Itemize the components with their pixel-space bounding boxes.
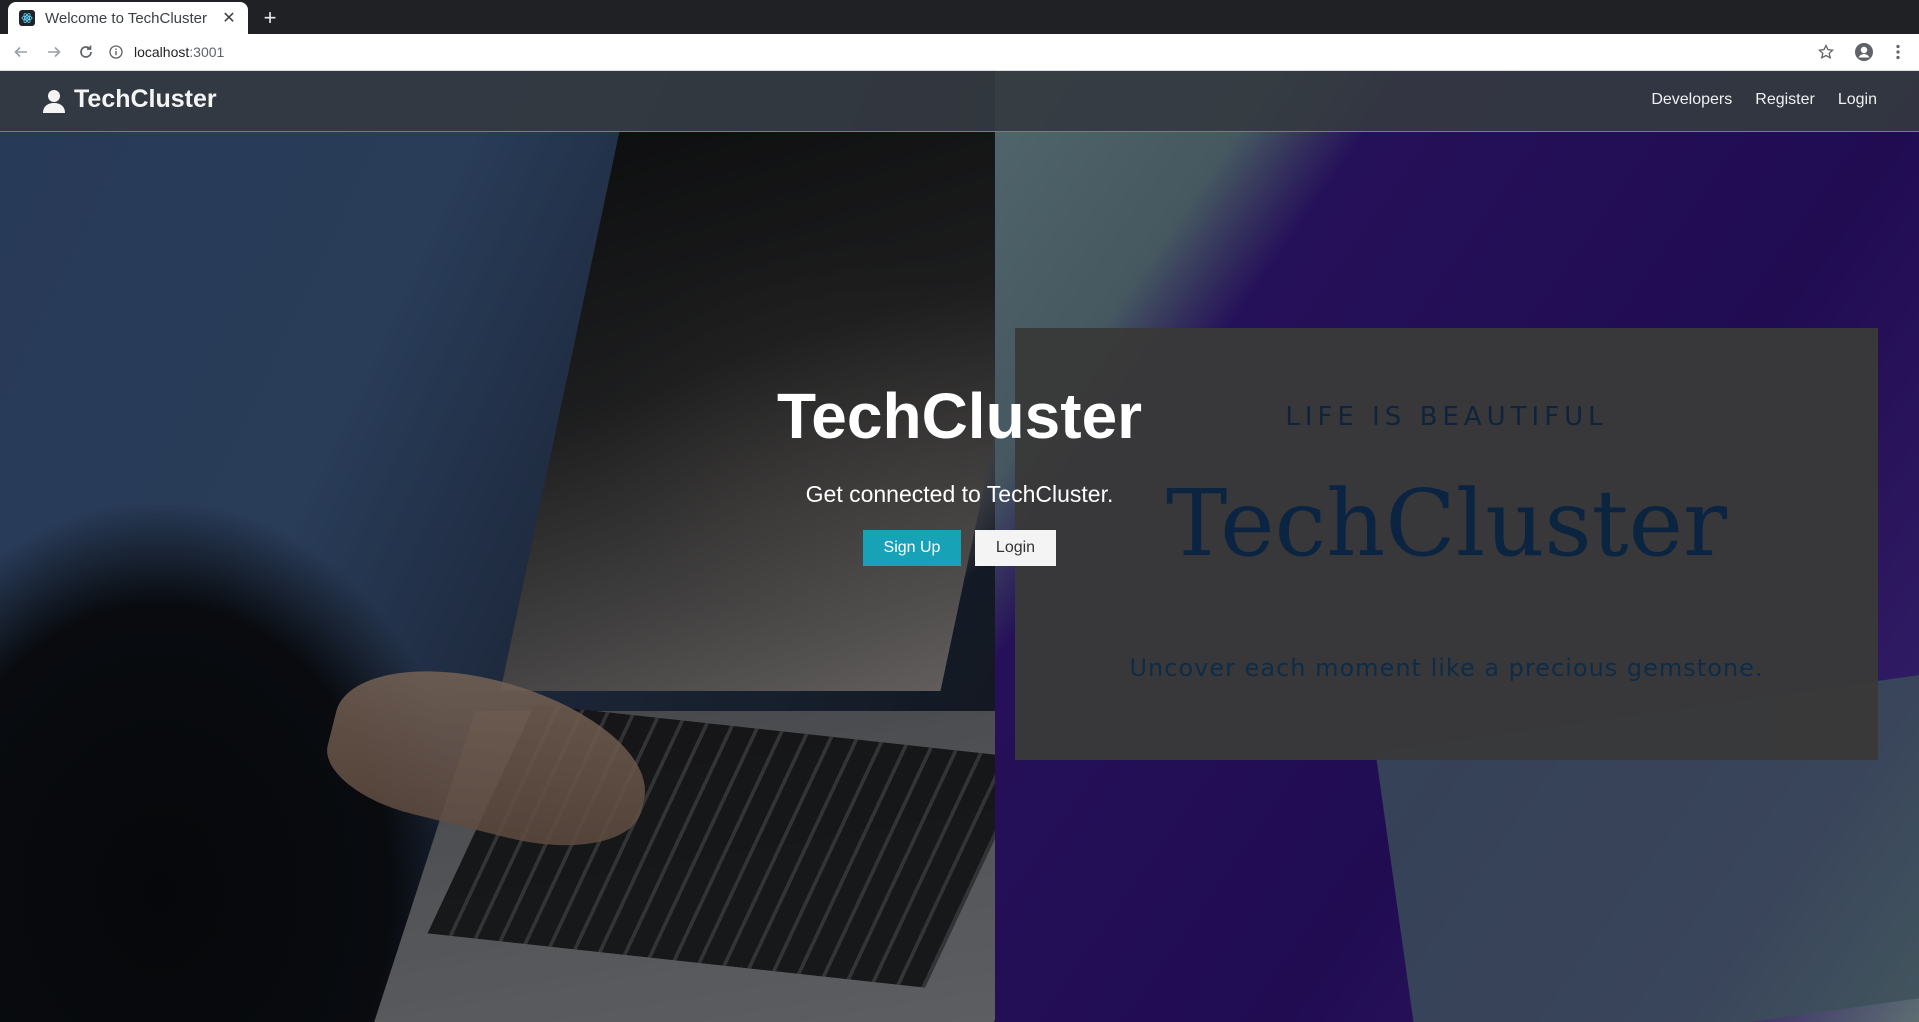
bookmark-star-icon[interactable] [1814,40,1838,64]
forward-arrow-icon[interactable] [42,40,66,64]
react-favicon-icon [19,10,35,26]
browser-menu-icon[interactable] [1886,40,1910,64]
url-port: :3001 [189,44,225,60]
signup-button[interactable]: Sign Up [863,530,961,566]
nav-link-developers[interactable]: Developers [1651,91,1732,109]
login-button[interactable]: Login [975,530,1056,566]
browser-tabstrip: Welcome to TechCluster ✕ + [0,0,1919,34]
brand-name: TechCluster [74,85,217,113]
nav-links: Developers Register Login [1651,91,1877,109]
site-info-icon[interactable] [108,44,124,60]
address-bar[interactable]: localhost:3001 [108,38,1808,66]
tab-title: Welcome to TechCluster [45,9,208,27]
profile-avatar-icon[interactable] [1852,40,1876,64]
browser-tab[interactable]: Welcome to TechCluster ✕ [8,2,248,34]
navbar: TechCluster Developers Register Login [0,71,1919,132]
hero-title: TechCluster [776,380,1143,452]
tab-close-icon[interactable]: ✕ [220,9,238,27]
url-text: localhost:3001 [134,44,224,60]
user-icon [42,87,66,113]
brand-link[interactable]: TechCluster [42,85,217,114]
back-arrow-icon[interactable] [9,40,33,64]
landing-page: LIFE IS BEAUTIFUL TechCluster Uncover ea… [0,71,1919,1022]
nav-link-login[interactable]: Login [1838,91,1877,109]
new-tab-icon[interactable]: + [258,6,282,30]
url-host: localhost [134,44,190,60]
nav-link-register[interactable]: Register [1755,91,1815,109]
reload-icon[interactable] [74,40,98,64]
browser-toolbar: localhost:3001 [0,34,1919,71]
hero-subtitle: Get connected to TechCluster. [805,481,1114,507]
hero-buttons: Sign Up Login [0,530,1919,566]
